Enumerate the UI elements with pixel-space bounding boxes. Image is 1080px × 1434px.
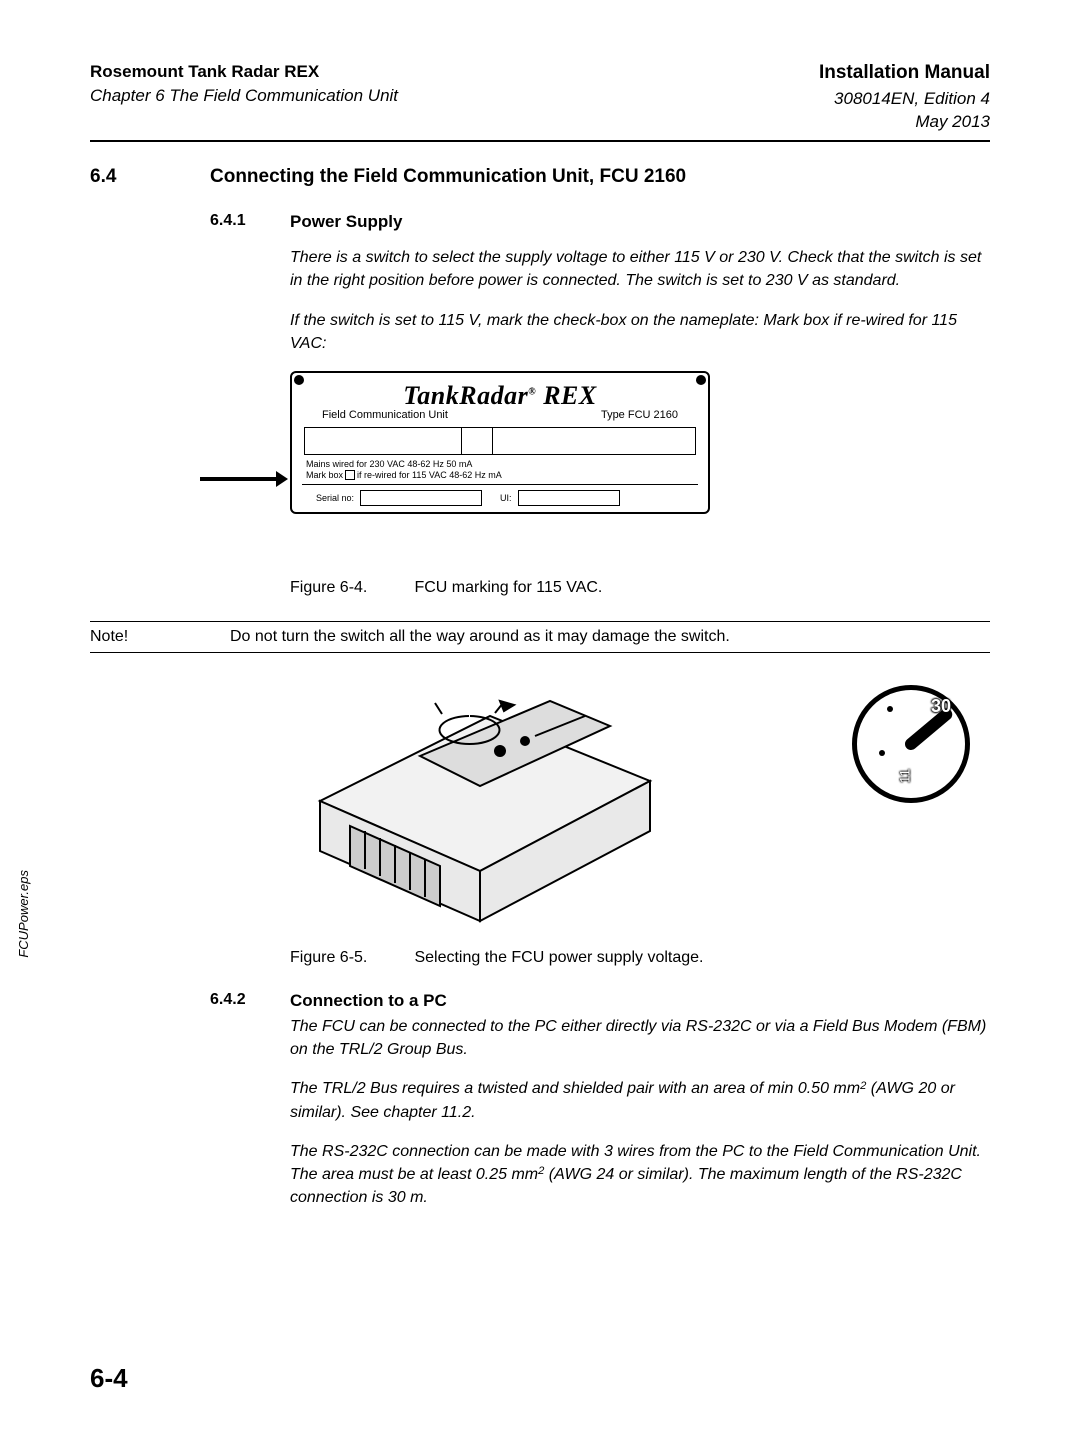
note-text: Do not turn the switch all the way aroun…	[230, 628, 730, 646]
nameplate-sub-right: Type FCU 2160	[601, 409, 678, 421]
nameplate-serial-label: Serial no:	[316, 493, 354, 503]
paragraph-642-3: The RS-232C connection can be made with …	[290, 1140, 990, 1210]
header-manual-title: Installation Manual	[819, 60, 990, 87]
header-date: May 2013	[819, 110, 990, 134]
paragraph-642-1: The FCU can be connected to the PC eithe…	[290, 1015, 990, 1061]
nameplate-ui-box	[518, 490, 620, 506]
nameplate-ui-label: UI:	[500, 493, 512, 503]
nameplate-sub-left: Field Communication Unit	[322, 409, 448, 421]
nameplate-serial-box	[360, 490, 482, 506]
note-rule-top	[90, 621, 990, 622]
subsection-title-641: Power Supply	[290, 212, 402, 232]
nameplate-mains-line: Mains wired for 230 VAC 48-62 Hz 50 mA	[302, 459, 698, 470]
subsection-title-642: Connection to a PC	[290, 991, 447, 1011]
nameplate-mark-line: Mark boxif re-wired for 115 VAC 48-62 Hz…	[302, 470, 698, 481]
section-heading: 6.4 Connecting the Field Communication U…	[90, 166, 990, 188]
section-title: Connecting the Field Communication Unit,…	[210, 166, 686, 188]
nameplate-figure: TankRadar® REX Field Communication Unit …	[290, 371, 990, 571]
voltage-dial: 30 11	[852, 685, 970, 803]
page-header: Rosemount Tank Radar REX Chapter 6 The F…	[90, 60, 990, 134]
nameplate-brand: TankRadar® REX	[302, 381, 698, 411]
subsection-number-641: 6.4.1	[210, 212, 290, 232]
header-product: Rosemount Tank Radar REX	[90, 60, 398, 84]
header-doc-id: 308014EN, Edition 4	[819, 87, 990, 111]
eps-label-left: FCUPower.eps	[16, 870, 31, 958]
figure-65-caption: Figure 6-5. Selecting the FCU power supp…	[290, 949, 990, 967]
nameplate: TankRadar® REX Field Communication Unit …	[290, 371, 710, 514]
section-number: 6.4	[90, 166, 210, 188]
note-row: Note! Do not turn the switch all the way…	[90, 628, 990, 646]
rewire-checkbox	[345, 470, 355, 480]
dial-value-11: 11	[896, 769, 912, 784]
subsection-number-642: 6.4.2	[210, 991, 290, 1011]
pointer-arrow-icon	[200, 473, 288, 485]
note-rule-bottom	[90, 652, 990, 653]
page-number: 6-4	[90, 1363, 128, 1394]
header-rule	[90, 140, 990, 142]
paragraph-641-1: There is a switch to select the supply v…	[290, 246, 990, 292]
dial-value-30: 30	[931, 696, 951, 717]
paragraph-642-2: The TRL/2 Bus requires a twisted and shi…	[290, 1077, 990, 1123]
note-label: Note!	[90, 628, 200, 646]
paragraph-641-2: If the switch is set to 115 V, mark the …	[290, 309, 990, 355]
fcu-power-drawing: 30 11	[290, 681, 990, 941]
figure-64-caption: Figure 6-4. FCU marking for 115 VAC.	[290, 579, 990, 597]
fcu-isometric-icon	[290, 681, 700, 931]
header-chapter: Chapter 6 The Field Communication Unit	[90, 84, 398, 108]
